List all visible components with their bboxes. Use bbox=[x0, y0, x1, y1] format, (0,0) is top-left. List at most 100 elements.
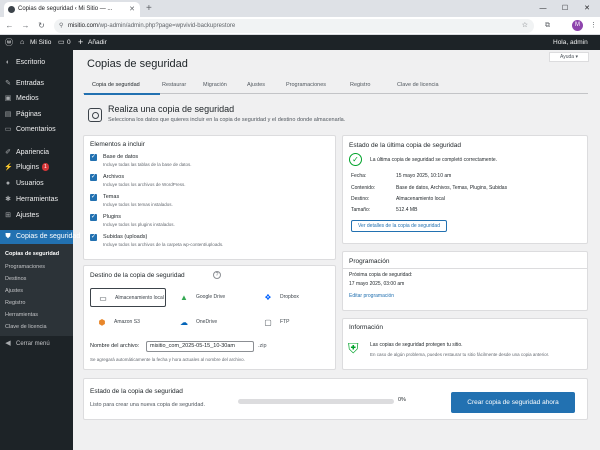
new-tab-button[interactable]: + bbox=[146, 2, 152, 15]
browser-tab-bar: Copias de seguridad ‹ Mi Sitio — ... ✕ +… bbox=[0, 0, 600, 17]
filename-input[interactable]: misitio_com_2025-05-15_10-30am bbox=[146, 341, 254, 352]
tab-copia[interactable]: Copia de seguridad bbox=[92, 82, 140, 88]
url-host: misitio.com bbox=[68, 23, 99, 29]
brush-icon: ✐ bbox=[5, 149, 11, 156]
site-name-link[interactable]: Mi Sitio bbox=[30, 35, 51, 50]
destination-google-drive[interactable]: ▲ Google Drive bbox=[172, 288, 248, 307]
submenu-item-ajustes[interactable]: Ajustes bbox=[5, 288, 23, 294]
settings-icon: ⊞ bbox=[5, 212, 11, 219]
destination-local[interactable]: ▭ Almacenamiento local bbox=[90, 288, 166, 307]
onedrive-icon: ☁ bbox=[180, 318, 188, 327]
browser-tab[interactable]: Copias de seguridad ‹ Mi Sitio — ... ✕ bbox=[4, 2, 140, 17]
destination-label: FTP bbox=[280, 319, 290, 325]
close-window-icon[interactable]: ✕ bbox=[576, 0, 598, 17]
edit-schedule-link[interactable]: Editar programación bbox=[349, 293, 394, 299]
comments-icon[interactable]: ▭ bbox=[58, 35, 65, 50]
sidebar-item-label: Medios bbox=[16, 95, 39, 102]
sidebar-item-label: Plugins bbox=[16, 164, 39, 171]
url-input[interactable]: ⚲ misitio.com/wp-admin/admin.php?page=wp… bbox=[54, 19, 534, 33]
extensions-icon[interactable]: ⧉ bbox=[542, 20, 553, 32]
destination-dropbox[interactable]: ❖ Dropbox bbox=[256, 288, 332, 307]
site-info-icon[interactable]: ⚲ bbox=[59, 19, 63, 33]
checkbox-label: Subidas (uploads) bbox=[103, 234, 148, 240]
last-backup-success: La última copia de seguridad se completó… bbox=[370, 157, 498, 163]
sidebar-item-ajustes[interactable]: ⊞ Ajustes bbox=[0, 209, 73, 223]
info-line-2: En caso de algún problema, puedes restau… bbox=[370, 352, 550, 357]
sidebar-item-usuarios[interactable]: ● Usuarios bbox=[0, 177, 73, 191]
backup-icon: ⛊ bbox=[5, 233, 11, 240]
collapse-menu-button[interactable]: ◀ Cerrar menú bbox=[0, 337, 73, 351]
tab-migracion[interactable]: Migración bbox=[203, 82, 227, 88]
active-tab-indicator bbox=[84, 93, 160, 95]
sidebar-item-apariencia[interactable]: ✐ Apariencia bbox=[0, 146, 73, 160]
ftp-folder-icon: ▢ bbox=[264, 318, 272, 327]
destination-label: Almacenamiento local bbox=[115, 295, 164, 301]
browser-menu-icon[interactable]: ⋮ bbox=[588, 20, 599, 32]
destination-card-title: Destino de la copia de seguridad bbox=[90, 272, 185, 279]
tab-registro[interactable]: Registro bbox=[350, 82, 370, 88]
google-drive-icon: ▲ bbox=[180, 293, 188, 302]
sidebar-item-entradas[interactable]: ✎ Entradas bbox=[0, 77, 73, 91]
view-backup-details-button[interactable]: Ver detalles de la copia de seguridad bbox=[351, 220, 447, 232]
url-path: /wp-admin/admin.php?page=wpvivid-backupr… bbox=[98, 23, 236, 29]
sidebar-item-escritorio[interactable]: ◐ Escritorio bbox=[0, 56, 73, 70]
forward-icon[interactable]: → bbox=[20, 20, 31, 32]
plus-icon[interactable]: + bbox=[78, 35, 83, 50]
dropbox-icon: ❖ bbox=[264, 293, 272, 302]
sidebar-item-comentarios[interactable]: ▭ Comentarios bbox=[0, 123, 73, 137]
wordpress-logo-icon[interactable]: ⓦ bbox=[5, 35, 13, 50]
submenu-item-herramientas[interactable]: Herramientas bbox=[5, 312, 38, 318]
submenu-item-copias[interactable]: Copias de seguridad bbox=[5, 251, 59, 257]
sidebar-item-label: Apariencia bbox=[16, 149, 50, 156]
checkbox-label: Base de datos bbox=[103, 154, 139, 160]
reload-icon[interactable]: ↻ bbox=[36, 20, 47, 32]
status-text: Listo para crear una nueva copia de segu… bbox=[90, 402, 205, 408]
tab-programaciones[interactable]: Programaciones bbox=[286, 82, 326, 88]
help-button[interactable]: Ayuda ▾ bbox=[549, 52, 589, 62]
checkbox-description: Incluye todas las tablas de la base de d… bbox=[103, 162, 192, 167]
destination-amazon-s3[interactable]: ⬢ Amazon S3 bbox=[90, 313, 166, 332]
checkbox-subidas[interactable]: ✓ bbox=[90, 234, 97, 241]
status-title: Estado de la copia de seguridad bbox=[90, 388, 183, 395]
new-content-link[interactable]: Añadir bbox=[88, 35, 107, 50]
tab-ajustes[interactable]: Ajustes bbox=[247, 82, 265, 88]
next-backup-value: 17 mayo 2025, 03:00 am bbox=[349, 281, 405, 287]
next-backup-label: Próxima copia de seguridad: bbox=[349, 272, 413, 278]
tab-restaurar[interactable]: Restaurar bbox=[162, 82, 186, 88]
submenu-item-destinos[interactable]: Destinos bbox=[5, 276, 26, 282]
browser-tab-title: Copias de seguridad ‹ Mi Sitio — ... bbox=[18, 6, 113, 12]
bookmark-star-icon[interactable]: ☆ bbox=[522, 19, 528, 33]
greeting-link[interactable]: Hola, admin bbox=[553, 35, 588, 50]
profile-avatar[interactable]: M bbox=[572, 20, 583, 31]
create-backup-button[interactable]: Crear copia de seguridad ahora bbox=[451, 392, 575, 413]
tab-licencia[interactable]: Clave de licencia bbox=[397, 82, 439, 88]
destination-ftp[interactable]: ▢ FTP bbox=[256, 313, 332, 332]
submenu-item-registro[interactable]: Registro bbox=[5, 300, 25, 306]
checkbox-plugins[interactable]: ✓ bbox=[90, 214, 97, 221]
wordpress-favicon-icon bbox=[8, 6, 15, 13]
close-tab-icon[interactable]: ✕ bbox=[129, 2, 135, 17]
sidebar-item-herramientas[interactable]: ✱ Herramientas bbox=[0, 193, 73, 207]
plugins-update-badge: 1 bbox=[41, 163, 49, 171]
sidebar-item-paginas[interactable]: ▤ Páginas bbox=[0, 108, 73, 122]
sidebar-item-plugins[interactable]: ⚡ Plugins 1 bbox=[0, 161, 73, 175]
help-question-icon[interactable]: ? bbox=[213, 271, 221, 279]
success-check-icon: ✓ bbox=[349, 153, 362, 166]
destination-onedrive[interactable]: ☁ OneDrive bbox=[172, 313, 248, 332]
sidebar-item-copias[interactable]: ⛊ Copias de seguridad bbox=[0, 230, 80, 244]
minimize-window-icon[interactable]: — bbox=[532, 0, 554, 17]
checkbox-archivos[interactable]: ✓ bbox=[90, 174, 97, 181]
maximize-window-icon[interactable]: ☐ bbox=[554, 0, 576, 17]
section-title: Realiza una copia de seguridad bbox=[108, 104, 235, 114]
submenu-item-licencia[interactable]: Clave de licencia bbox=[5, 324, 47, 330]
checkbox-temas[interactable]: ✓ bbox=[90, 194, 97, 201]
home-icon[interactable]: ⌂ bbox=[20, 35, 24, 50]
dashboard-icon: ◐ bbox=[5, 59, 11, 66]
submenu-item-programaciones[interactable]: Programaciones bbox=[5, 264, 45, 270]
checkbox-base-de-datos[interactable]: ✓ bbox=[90, 154, 97, 161]
back-icon[interactable]: ← bbox=[4, 20, 15, 32]
sidebar-item-medios[interactable]: ▣ Medios bbox=[0, 92, 73, 106]
backup-header-icon bbox=[88, 108, 102, 122]
destination-label: Dropbox bbox=[280, 294, 299, 300]
sidebar-item-label: Comentarios bbox=[16, 126, 56, 133]
